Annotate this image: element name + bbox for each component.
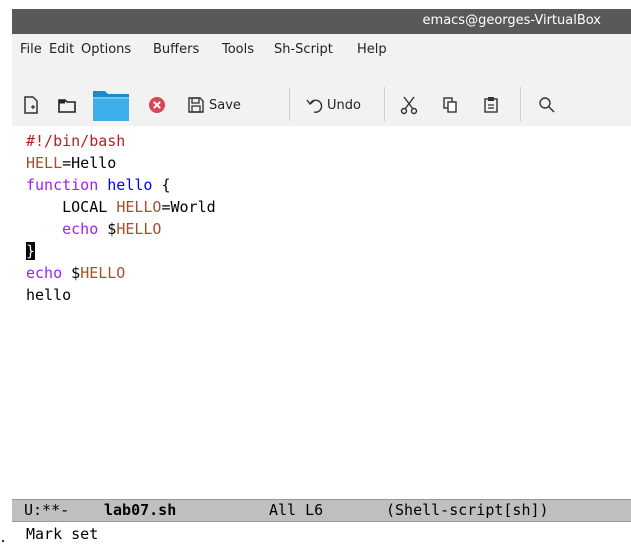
undo-button[interactable]: Undo	[305, 91, 361, 119]
code-line[interactable]: echo $HELLO	[26, 218, 161, 240]
code-token: #!/bin/bash	[26, 132, 126, 150]
code-token: =Hello	[62, 154, 117, 172]
paste-icon	[484, 97, 498, 113]
search-icon	[539, 97, 555, 113]
code-token: $	[62, 264, 81, 282]
toolbar-separator	[384, 87, 385, 121]
code-token: LOCAL	[26, 198, 117, 216]
undo-icon	[306, 99, 323, 113]
code-line[interactable]: hello	[26, 284, 71, 306]
buffer-status: U:**-	[24, 501, 70, 519]
code-line[interactable]: function hello {	[26, 174, 171, 196]
code-token: hello	[26, 286, 72, 304]
search-button[interactable]	[538, 91, 556, 119]
toolbar-separator	[289, 87, 290, 121]
code-token: $	[98, 220, 117, 238]
save-button[interactable]: Save	[187, 91, 241, 119]
menu-options[interactable]: Options	[81, 42, 131, 57]
save-icon	[188, 97, 204, 113]
cut-button[interactable]	[400, 91, 418, 119]
menu-tools[interactable]: Tools	[222, 42, 254, 57]
toolbar-separator	[520, 87, 521, 121]
buffer-name[interactable]: lab07.sh	[104, 500, 176, 521]
new-file-icon	[24, 96, 38, 114]
code-token: HELL	[26, 154, 63, 172]
code-line[interactable]: LOCAL HELLO=World	[26, 196, 216, 218]
new-file-button[interactable]	[22, 91, 40, 119]
code-line[interactable]: #!/bin/bash	[26, 130, 125, 152]
paste-button[interactable]	[483, 91, 499, 119]
code-token: echo	[26, 264, 63, 282]
echo-area: Mark set	[12, 522, 631, 546]
code-line[interactable]: }	[26, 240, 36, 262]
menu-edit[interactable]: Edit	[49, 42, 74, 57]
code-token: HELLO	[116, 220, 162, 238]
undo-label: Undo	[327, 97, 361, 113]
scissors-icon	[400, 96, 418, 115]
code-line[interactable]: HELL=Hello	[26, 152, 116, 174]
code-token: =World	[161, 198, 216, 216]
copy-icon	[443, 97, 457, 113]
buffer-position: All L6	[269, 501, 324, 519]
code-line[interactable]: echo $HELLO	[26, 262, 125, 284]
close-buffer-button[interactable]	[147, 91, 167, 119]
window-title: emacs@georges-VirtualBox	[422, 13, 601, 28]
open-directory-button[interactable]	[57, 91, 77, 119]
close-icon	[149, 97, 165, 113]
major-mode[interactable]: (Shell-script[sh])	[386, 500, 549, 521]
open-file-button[interactable]	[91, 87, 131, 123]
text-cursor: }	[26, 242, 36, 260]
code-token: HELLO	[116, 198, 162, 216]
menu-file[interactable]: File	[20, 42, 42, 57]
code-token: hello	[107, 176, 153, 194]
code-token: {	[152, 176, 171, 194]
code-token: echo	[62, 220, 99, 238]
tool-bar: Save Undo	[12, 67, 631, 135]
mode-line: U:**- lab07.sh All L6 (Shell-script[sh])	[12, 499, 631, 522]
menu-sh-script[interactable]: Sh-Script	[274, 42, 333, 57]
menu-buffers[interactable]: Buffers	[153, 42, 199, 57]
folder-icon	[58, 99, 76, 113]
copy-button[interactable]	[442, 91, 458, 119]
code-token: HELLO	[80, 264, 126, 282]
save-label: Save	[209, 97, 241, 113]
marker-dot	[2, 540, 4, 542]
menu-bar: File Edit Options Buffers Tools Sh-Scrip…	[12, 34, 631, 67]
menu-help[interactable]: Help	[357, 42, 387, 57]
title-bar[interactable]: emacs@georges-VirtualBox	[12, 9, 631, 34]
blue-folder-icon	[93, 91, 129, 121]
text-editor-buffer[interactable]: #!/bin/bash HELL=Hello function hello { LO…	[12, 126, 631, 499]
code-token: function	[26, 176, 99, 194]
